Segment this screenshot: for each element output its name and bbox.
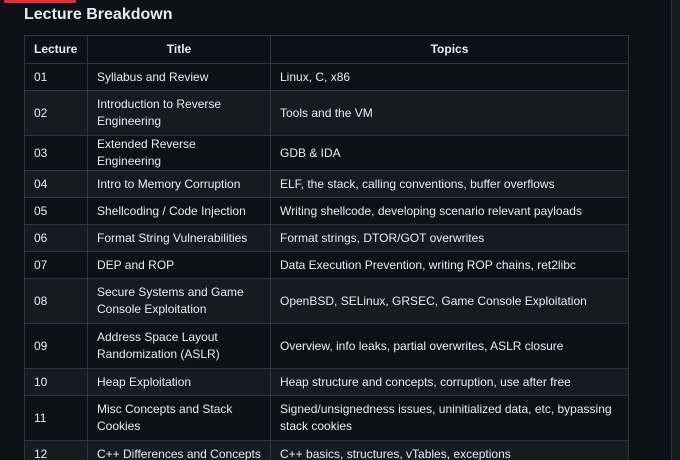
lecture-topics-cell: C++ basics, structures, vTables, excepti… <box>270 440 629 460</box>
lecture-title-cell: Address Space Layout Randomization (ASLR… <box>87 323 271 369</box>
lecture-topics-cell: Linux, C, x86 <box>270 63 629 91</box>
top-accent-bar <box>4 0 76 3</box>
table-row: 04 Intro to Memory Corruption ELF, the sta… <box>24 170 629 198</box>
lecture-topics-cell: Heap structure and concepts, corruption,… <box>270 368 629 396</box>
lecture-number-cell: 11 <box>24 395 88 441</box>
right-panel-edge <box>671 0 680 460</box>
table-row: 08 Secure Systems and Game Console Exploi… <box>24 278 629 324</box>
lecture-topics-cell: ELF, the stack, calling conventions, buf… <box>270 170 629 198</box>
lecture-topics-cell: Writing shellcode, developing scenario r… <box>270 197 629 225</box>
header-topics: Topics <box>270 35 629 64</box>
table-row: 03 Extended Reverse Engineering GDB & IDA <box>24 135 629 171</box>
lecture-title-cell: Extended Reverse Engineering <box>87 135 271 171</box>
lecture-number-cell: 12 <box>24 440 88 460</box>
lecture-topics-cell: Signed/unsignedness issues, uninitialize… <box>270 395 629 441</box>
table-row: 02 Introduction to Reverse Engineering Too… <box>24 90 629 136</box>
lecture-topics-cell: OpenBSD, SELinux, GRSEC, Game Console Ex… <box>270 278 629 324</box>
section-title: Lecture Breakdown <box>24 6 173 23</box>
table-body: 01 Syllabus and Review Linux, C, x86 02 Intr… <box>24 63 629 460</box>
lecture-title-cell: DEP and ROP <box>87 251 271 279</box>
lecture-number-cell: 02 <box>24 90 88 136</box>
header-title: Title <box>87 35 271 64</box>
lecture-topics-cell: Format strings, DTOR/GOT overwrites <box>270 224 629 252</box>
lecture-number-cell: 08 <box>24 278 88 324</box>
lecture-title-cell: Heap Exploitation <box>87 368 271 396</box>
lecture-number-cell: 10 <box>24 368 88 396</box>
lecture-table: Lecture Title Topics 01 Syllabus and Revi… <box>24 35 629 460</box>
table-row: 07 DEP and ROP Data Execution Prevention, … <box>24 251 629 279</box>
table-row: 11 Misc Concepts and Stack Cookies Signed/… <box>24 395 629 441</box>
lecture-number-cell: 09 <box>24 323 88 369</box>
lecture-title-cell: Introduction to Reverse Engineering <box>87 90 271 136</box>
lecture-number-cell: 07 <box>24 251 88 279</box>
lecture-topics-cell: Overview, info leaks, partial overwrites… <box>270 323 629 369</box>
table-row: 12 C++ Differences and Concepts C++ basics… <box>24 440 629 460</box>
lecture-title-cell: Intro to Memory Corruption <box>87 170 271 198</box>
table-row: 10 Heap Exploitation Heap structure and co… <box>24 368 629 396</box>
header-lecture: Lecture <box>24 35 88 64</box>
table-row: 05 Shellcoding / Code Injection Writing sh… <box>24 197 629 225</box>
lecture-number-cell: 01 <box>24 63 88 91</box>
lecture-topics-cell: Tools and the VM <box>270 90 629 136</box>
table-row: 01 Syllabus and Review Linux, C, x86 <box>24 63 629 91</box>
lecture-title-cell: Syllabus and Review <box>87 63 271 91</box>
lecture-number-cell: 06 <box>24 224 88 252</box>
lecture-number-cell: 04 <box>24 170 88 198</box>
lecture-title-cell: Shellcoding / Code Injection <box>87 197 271 225</box>
table-header-row: Lecture Title Topics <box>24 35 629 64</box>
lecture-topics-cell: GDB & IDA <box>270 135 629 171</box>
lecture-title-cell: Format String Vulnerabilities <box>87 224 271 252</box>
lecture-number-cell: 05 <box>24 197 88 225</box>
table-row: 06 Format String Vulnerabilities Format st… <box>24 224 629 252</box>
table-row: 09 Address Space Layout Randomization (AS… <box>24 323 629 369</box>
lecture-title-cell: Misc Concepts and Stack Cookies <box>87 395 271 441</box>
lecture-title-cell: C++ Differences and Concepts <box>87 440 271 460</box>
lecture-title-cell: Secure Systems and Game Console Exploita… <box>87 278 271 324</box>
lecture-topics-cell: Data Execution Prevention, writing ROP c… <box>270 251 629 279</box>
lecture-number-cell: 03 <box>24 135 88 171</box>
